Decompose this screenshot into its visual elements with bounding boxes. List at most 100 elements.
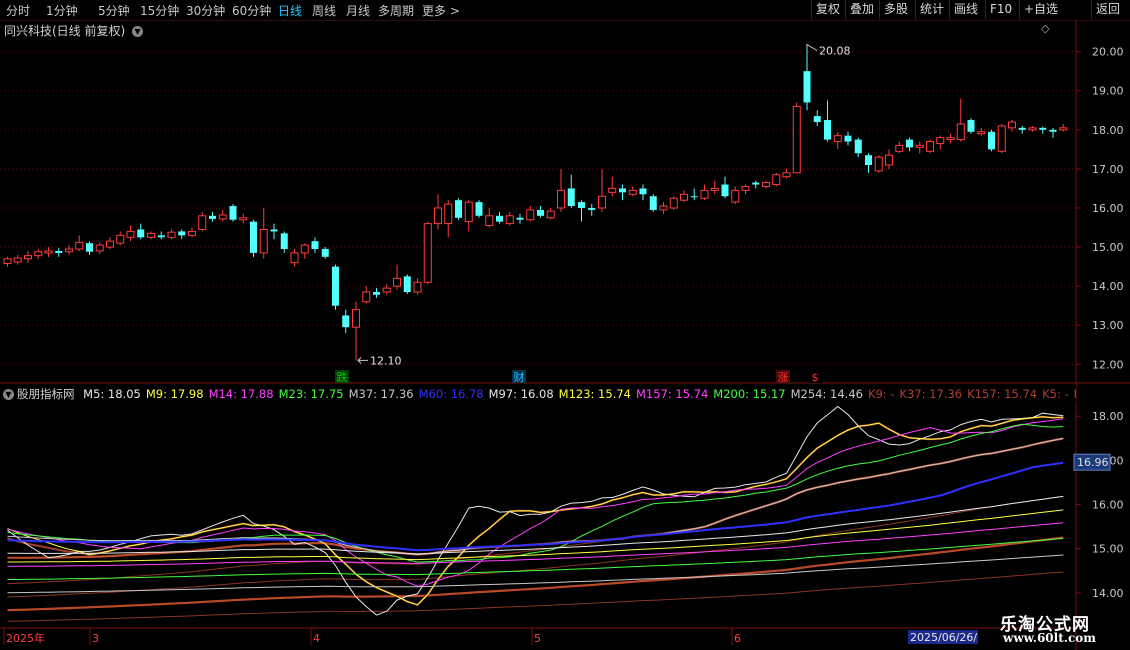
- cursor-date-box: 2025/06/26/: [908, 630, 978, 644]
- candle: [598, 168, 606, 212]
- high-price-label: 20.08: [819, 45, 851, 58]
- candle: [373, 288, 380, 298]
- candle: [403, 274, 411, 294]
- candle: [865, 153, 872, 173]
- candle-body: [270, 229, 278, 232]
- candle: [34, 249, 43, 259]
- candle: [762, 180, 770, 189]
- legend-item: K9: -: [867, 387, 895, 401]
- candle: [229, 204, 237, 222]
- candle-body: [311, 241, 319, 250]
- candle: [741, 184, 750, 195]
- candle-body: [824, 120, 831, 140]
- candle: [13, 254, 22, 265]
- candle: [65, 245, 73, 255]
- k254-line: [7, 571, 1064, 622]
- candle-body: [700, 189, 709, 199]
- candle: [95, 242, 104, 255]
- candle-body: [782, 172, 791, 178]
- candle-body: [680, 193, 688, 201]
- candle-body: [218, 214, 227, 220]
- candle-body: [362, 291, 371, 303]
- indicator-axis: 18.0017.0016.0015.0014.0016.96: [1073, 410, 1124, 600]
- candle: [1028, 125, 1037, 132]
- high-marker-arrow: [806, 43, 818, 51]
- legend-item: K14: -: [1074, 387, 1076, 401]
- price-tick-label: 17.00: [1092, 163, 1124, 176]
- candle: [198, 211, 207, 232]
- candle-body: [413, 281, 422, 293]
- candle: [75, 235, 84, 251]
- candle: [956, 98, 965, 142]
- candle: [537, 206, 544, 218]
- candle-body: [321, 249, 329, 257]
- candle-body: [147, 232, 155, 238]
- candle: [546, 207, 555, 220]
- candle: [24, 250, 32, 263]
- candle: [3, 256, 12, 267]
- candle-body: [137, 229, 145, 238]
- indicator-settings-icon[interactable]: ▼: [3, 389, 14, 400]
- candle: [690, 188, 698, 201]
- candle: [116, 231, 125, 246]
- date-tick-label: 4: [313, 632, 320, 645]
- candle: [464, 200, 473, 232]
- event-marker: 涨: [776, 370, 790, 384]
- candle-body: [188, 230, 196, 236]
- legend-item: M200: 15.17: [713, 387, 786, 401]
- legend-item: M14: 17.88: [208, 387, 274, 401]
- candle-body: [669, 197, 678, 209]
- legend-item: M23: 17.75: [278, 387, 344, 401]
- candle: [86, 241, 93, 255]
- event-marker: 财: [512, 370, 526, 384]
- candle-body: [956, 123, 965, 141]
- candle: [413, 278, 422, 295]
- candle-body: [690, 196, 698, 198]
- candle-body: [1018, 127, 1026, 130]
- candle-body: [772, 174, 781, 186]
- candle: [813, 110, 821, 126]
- candle-body: [649, 196, 657, 210]
- candle: [721, 176, 729, 199]
- current-value-box: 16.96: [1073, 453, 1111, 471]
- candle-body: [710, 187, 719, 191]
- candle: [423, 221, 432, 285]
- candle-body: [373, 292, 380, 295]
- candle: [455, 198, 462, 220]
- candle-body: [290, 252, 299, 264]
- event-marker-label: 跌: [337, 370, 348, 384]
- candle: [321, 247, 329, 259]
- candle: [126, 225, 135, 242]
- date-tick-label: 3: [92, 632, 99, 645]
- candle: [239, 213, 248, 224]
- candle: [342, 309, 350, 334]
- candle-body: [95, 244, 104, 252]
- legend-item: M157: 15.74: [635, 387, 709, 401]
- candle-body: [619, 188, 626, 193]
- candle-body: [464, 201, 473, 223]
- candle-body: [608, 187, 617, 193]
- legend-item: M123: 15.74: [558, 387, 631, 401]
- candle: [475, 200, 483, 218]
- candle: [680, 190, 688, 203]
- candle-body: [250, 221, 257, 253]
- candle-body: [813, 116, 821, 122]
- candles-group: [3, 48, 1068, 361]
- event-marker: 跌: [335, 370, 349, 384]
- candle: [895, 141, 904, 154]
- candle-body: [24, 255, 32, 260]
- candle-body: [885, 154, 893, 166]
- candle: [444, 200, 453, 238]
- candle: [752, 180, 760, 189]
- candle-body: [3, 258, 12, 264]
- event-marker: $: [808, 370, 822, 384]
- candle: [700, 184, 709, 201]
- candle: [833, 131, 842, 150]
- candle-body: [239, 217, 248, 221]
- candle-body: [936, 137, 945, 144]
- candle-body: [546, 210, 555, 219]
- watermark-url: www.60lt.com: [1003, 631, 1096, 645]
- price-axis: 20.00 19.00 18.00 17.00 16.00 15.00 14.00 13.00…: [1076, 46, 1124, 371]
- candle-body: [259, 228, 268, 254]
- candle-body: [496, 215, 503, 222]
